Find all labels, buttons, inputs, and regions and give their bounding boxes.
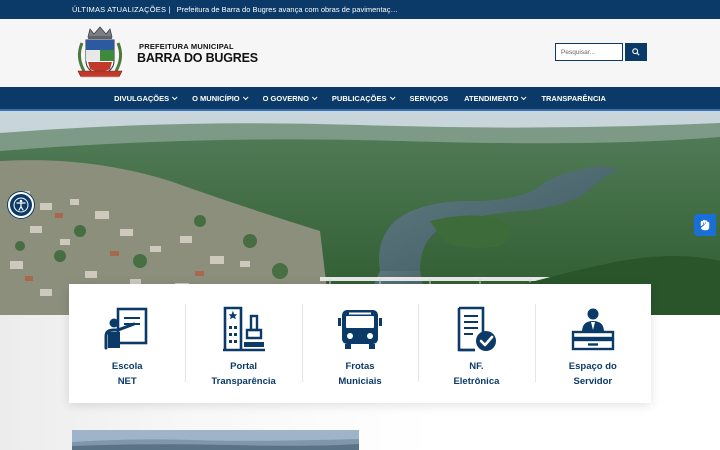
service-label: Frotas Municiais — [338, 361, 382, 387]
chevron-down-icon — [172, 94, 178, 101]
teacher-board-icon — [104, 307, 148, 350]
service-label: NF. Eletrônica — [453, 361, 500, 387]
nav-label: SERVIÇOS — [409, 93, 449, 103]
search-input[interactable] — [555, 43, 623, 61]
brand-title[interactable]: PREFEITURA MUNICIPAL BARRA DO BUGRES — [137, 42, 258, 65]
invoice-check-icon — [458, 306, 497, 352]
building-stamp-icon — [222, 306, 265, 352]
service-label: Espaço do Servidor — [568, 361, 617, 387]
nav-item-governo[interactable]: O GOVERNO — [262, 93, 318, 103]
chevron-down-icon — [242, 94, 249, 101]
bus-icon — [338, 310, 383, 349]
quick-services-panel: Escola NET Portal Transparência Frotas M… — [69, 284, 651, 403]
nav-item-atendimento[interactable]: ATENDIMENTO — [464, 93, 527, 103]
service-card-nf-eletronica[interactable]: NF. Eletrônica — [418, 284, 534, 403]
nav-label: ATENDIMENTO — [464, 93, 519, 103]
chevron-down-icon — [521, 94, 527, 101]
coat-of-arms-logo[interactable] — [72, 25, 128, 81]
nav-item-divulgacoes[interactable]: DIVULGAÇÕES — [114, 93, 178, 103]
accessibility-button[interactable] — [8, 192, 34, 218]
chevron-down-icon — [389, 94, 396, 101]
ticker-headline-link[interactable]: Prefeitura de Barra do Bugres avança com… — [177, 5, 402, 14]
news-thumbnail-image[interactable] — [72, 430, 359, 450]
nav-label: O GOVERNO — [262, 93, 309, 103]
ticker-label: ÚLTIMAS ATUALIZAÇÕES | — [72, 5, 171, 14]
accessibility-icon — [13, 197, 29, 213]
nav-item-municipio[interactable]: O MUNICÍPIO — [192, 93, 249, 103]
nav-label: DIVULGAÇÕES — [114, 93, 170, 103]
nav-item-servicos[interactable]: SERVIÇOS — [410, 94, 449, 103]
nav-item-transparencia[interactable]: TRANSPARÊNCIA — [541, 94, 605, 103]
service-label: Escola NET — [111, 361, 143, 387]
service-card-espaco-servidor[interactable]: Espaço do Servidor — [534, 284, 651, 403]
sign-language-button[interactable] — [694, 214, 716, 236]
service-card-portal-transparencia[interactable]: Portal Transparência — [185, 284, 301, 403]
hand-sign-icon — [700, 219, 710, 231]
nav-label: O MUNICÍPIO — [192, 93, 240, 103]
nav-label: TRANSPARÊNCIA — [541, 93, 606, 103]
nav-label: PUBLICAÇÕES — [331, 93, 387, 103]
service-label: Portal Transparência — [211, 361, 276, 387]
main-navigation: DIVULGAÇÕES O MUNICÍPIO O GOVERNO PUBLIC… — [0, 87, 720, 111]
service-card-escola-net[interactable]: Escola NET — [69, 284, 185, 403]
search-button[interactable] — [625, 43, 647, 61]
service-card-frotas-municiais[interactable]: Frotas Municiais — [301, 284, 418, 403]
news-ticker: ÚLTIMAS ATUALIZAÇÕES | Prefeitura de Bar… — [0, 0, 720, 19]
brand-subtitle: PREFEITURA MUNICIPAL — [139, 42, 234, 51]
search-icon — [632, 48, 640, 56]
brand-city-name: BARRA DO BUGRES — [137, 51, 258, 65]
employee-desk-icon — [571, 308, 615, 351]
chevron-down-icon — [311, 94, 318, 101]
nav-item-publicacoes[interactable]: PUBLICAÇÕES — [331, 93, 396, 103]
site-header: PREFEITURA MUNICIPAL BARRA DO BUGRES — [0, 19, 720, 87]
